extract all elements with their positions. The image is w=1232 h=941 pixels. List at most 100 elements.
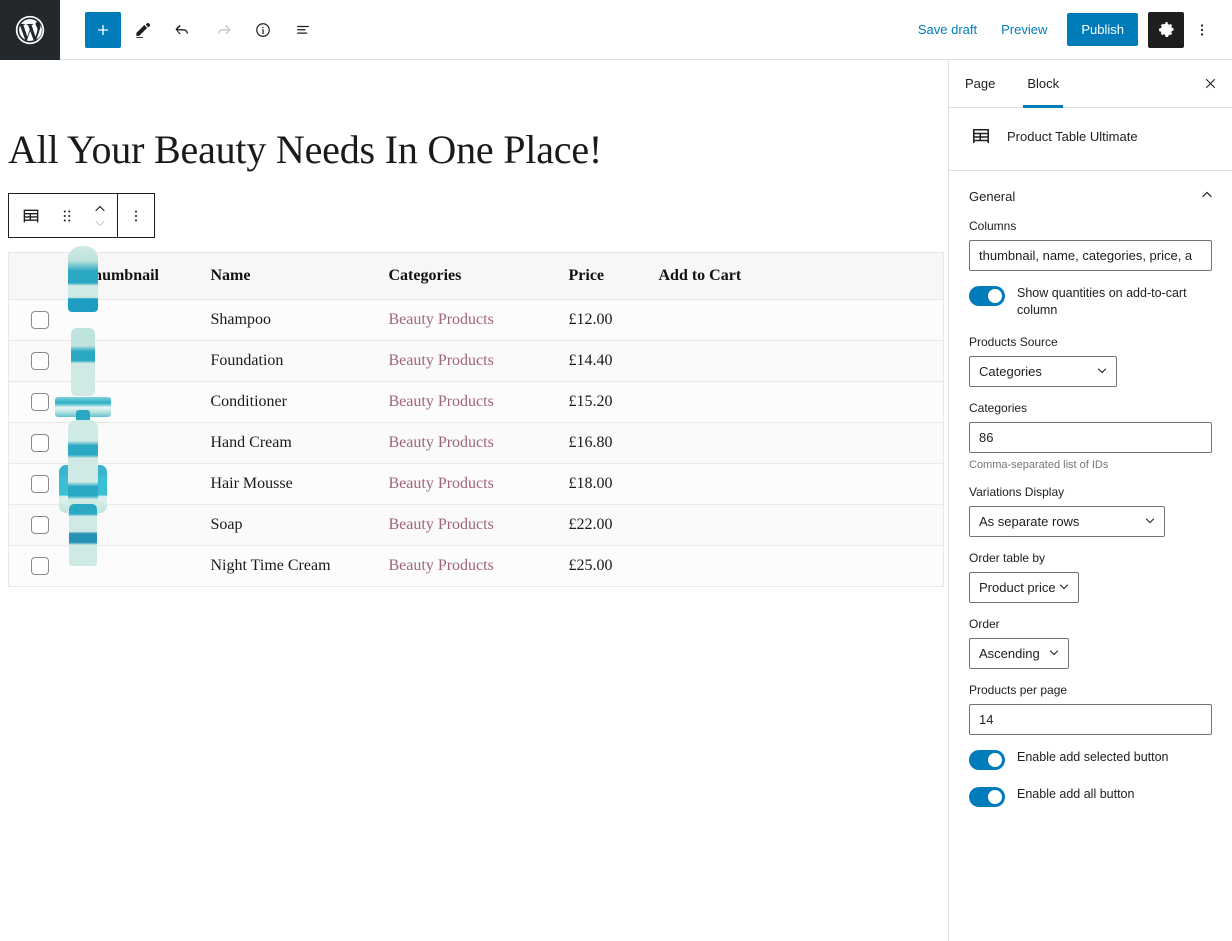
publish-button[interactable]: Publish (1067, 13, 1138, 46)
table-block-icon[interactable] (13, 194, 49, 237)
categories-label: Categories (969, 400, 1028, 415)
variations-display-select-wrap: As separate rows (969, 505, 1165, 537)
row-category-cell: Beauty Products (378, 504, 559, 546)
move-down-button[interactable] (91, 216, 109, 229)
row-select-checkbox[interactable] (31, 516, 49, 534)
column-header-select[interactable] (8, 252, 73, 300)
more-options-button[interactable] (1186, 12, 1218, 48)
general-panel-title: General (969, 188, 1016, 204)
row-select-checkbox[interactable] (31, 475, 49, 493)
enable-add-selected-toggle[interactable] (969, 749, 1005, 770)
row-select-cell (8, 340, 73, 382)
details-button[interactable] (245, 12, 281, 48)
redo-button[interactable] (205, 12, 241, 48)
order-table-by-select[interactable]: Product price (969, 571, 1079, 603)
columns-input[interactable] (969, 240, 1212, 271)
row-category-cell: Beauty Products (378, 545, 559, 587)
drag-handle-icon[interactable] (49, 194, 85, 237)
table-row: Soap Beauty Products £22.00 (8, 461, 944, 549)
block-options-button[interactable] (118, 194, 154, 237)
order-select-wrap: Ascending (969, 637, 1069, 669)
row-add-to-cart-cell[interactable] (648, 463, 944, 505)
category-link[interactable]: Beauty Products (389, 434, 494, 451)
product-table: Thumbnail Name Categories Price Add to C… (8, 246, 944, 587)
variations-display-label: Variations Display (969, 484, 1065, 499)
row-select-checkbox[interactable] (31, 557, 49, 575)
table-header-row: Thumbnail Name Categories Price Add to C… (8, 252, 944, 300)
category-link[interactable]: Beauty Products (389, 516, 494, 533)
row-price-cell: £12.00 (558, 299, 649, 341)
row-name-cell: Hand Cream (200, 422, 379, 464)
products-per-page-input[interactable] (969, 703, 1212, 735)
row-price-cell: £18.00 (558, 463, 649, 505)
row-add-to-cart-cell[interactable] (648, 299, 944, 341)
row-select-checkbox[interactable] (31, 352, 49, 370)
editor-canvas: All Your Beauty Needs In One Place! Thum… (0, 60, 948, 941)
category-link[interactable]: Beauty Products (389, 393, 494, 410)
row-name-cell: Shampoo (200, 299, 379, 341)
wordpress-logo-icon[interactable] (0, 0, 60, 60)
columns-label: Columns (969, 219, 1017, 233)
general-panel-header[interactable]: General (949, 171, 1232, 219)
tab-block[interactable]: Block (1011, 60, 1075, 108)
edit-tool-button[interactable] (125, 12, 161, 48)
enable-add-all-row: Enable add all button (969, 786, 1212, 807)
page-title[interactable]: All Your Beauty Needs In One Place! (0, 60, 948, 172)
row-add-to-cart-cell[interactable] (648, 340, 944, 382)
row-price-cell: £14.40 (558, 340, 649, 382)
row-select-checkbox[interactable] (31, 393, 49, 411)
add-block-button[interactable] (85, 11, 121, 48)
table-row: Conditioner Beauty Products £15.20 (8, 328, 944, 423)
general-panel-body: Columns Show quantities on add-to-cart c… (949, 219, 1232, 843)
show-quantities-toggle[interactable] (969, 286, 1005, 306)
column-header-name[interactable]: Name (200, 252, 379, 300)
column-header-add-to-cart[interactable]: Add to Cart (648, 252, 944, 300)
row-name-cell: Foundation (200, 340, 379, 382)
category-link[interactable]: Beauty Products (389, 352, 494, 369)
top-bar-right-actions: Save draft Preview Publish (906, 11, 1232, 48)
block-toolbar (8, 193, 155, 238)
row-name-cell: Hair Mousse (200, 463, 379, 505)
category-link[interactable]: Beauty Products (389, 475, 494, 492)
column-header-price[interactable]: Price (558, 252, 649, 300)
settings-gear-button[interactable] (1148, 11, 1184, 48)
sidebar-tabs: Page Block (949, 60, 1232, 108)
list-view-button[interactable] (285, 12, 321, 48)
products-source-select[interactable]: Categories (969, 355, 1117, 387)
order-field: Order Ascending (969, 617, 1212, 669)
selected-block-card: Product Table Ultimate (949, 108, 1232, 171)
row-add-to-cart-cell[interactable] (648, 504, 944, 546)
row-select-checkbox[interactable] (31, 311, 49, 329)
enable-add-all-toggle[interactable] (969, 786, 1005, 807)
table-row: Hair Mousse Beauty Products £18.00 (8, 420, 944, 508)
move-up-button[interactable] (91, 203, 109, 216)
row-select-checkbox[interactable] (31, 434, 49, 452)
selected-block-title: Product Table Ultimate (1007, 128, 1138, 144)
columns-field: Columns (969, 219, 1212, 271)
table-row: Night Time Cream Beauty Products £25.00 (8, 504, 944, 587)
row-add-to-cart-cell[interactable] (648, 381, 944, 423)
variations-display-select[interactable]: As separate rows (969, 505, 1165, 537)
order-table-by-select-wrap: Product price (969, 571, 1079, 603)
tab-page[interactable]: Page (949, 60, 1011, 107)
category-link[interactable]: Beauty Products (389, 311, 494, 328)
products-source-select-wrap: Categories (969, 355, 1117, 387)
undo-button[interactable] (165, 12, 201, 48)
column-header-categories[interactable]: Categories (378, 252, 559, 300)
category-link[interactable]: Beauty Products (389, 557, 494, 574)
product-table-header: Thumbnail Name Categories Price Add to C… (8, 252, 944, 300)
save-draft-button[interactable]: Save draft (906, 14, 989, 45)
table-row: Foundation Beauty Products £14.40 (8, 340, 944, 417)
row-add-to-cart-cell[interactable] (648, 545, 944, 587)
order-select[interactable]: Ascending (969, 637, 1069, 669)
categories-field: Categories Comma-separated list of IDs (969, 401, 1212, 471)
close-icon[interactable] (1188, 60, 1232, 107)
show-quantities-label: Show quantities on add-to-cart column (1017, 286, 1187, 317)
row-add-to-cart-cell[interactable] (648, 422, 944, 464)
row-price-cell: £16.80 (558, 422, 649, 464)
row-thumbnail-cell (68, 504, 201, 587)
preview-button[interactable]: Preview (989, 14, 1059, 45)
enable-add-selected-row: Enable add selected button (969, 749, 1212, 770)
row-category-cell: Beauty Products (378, 463, 559, 505)
categories-input[interactable] (969, 421, 1212, 453)
